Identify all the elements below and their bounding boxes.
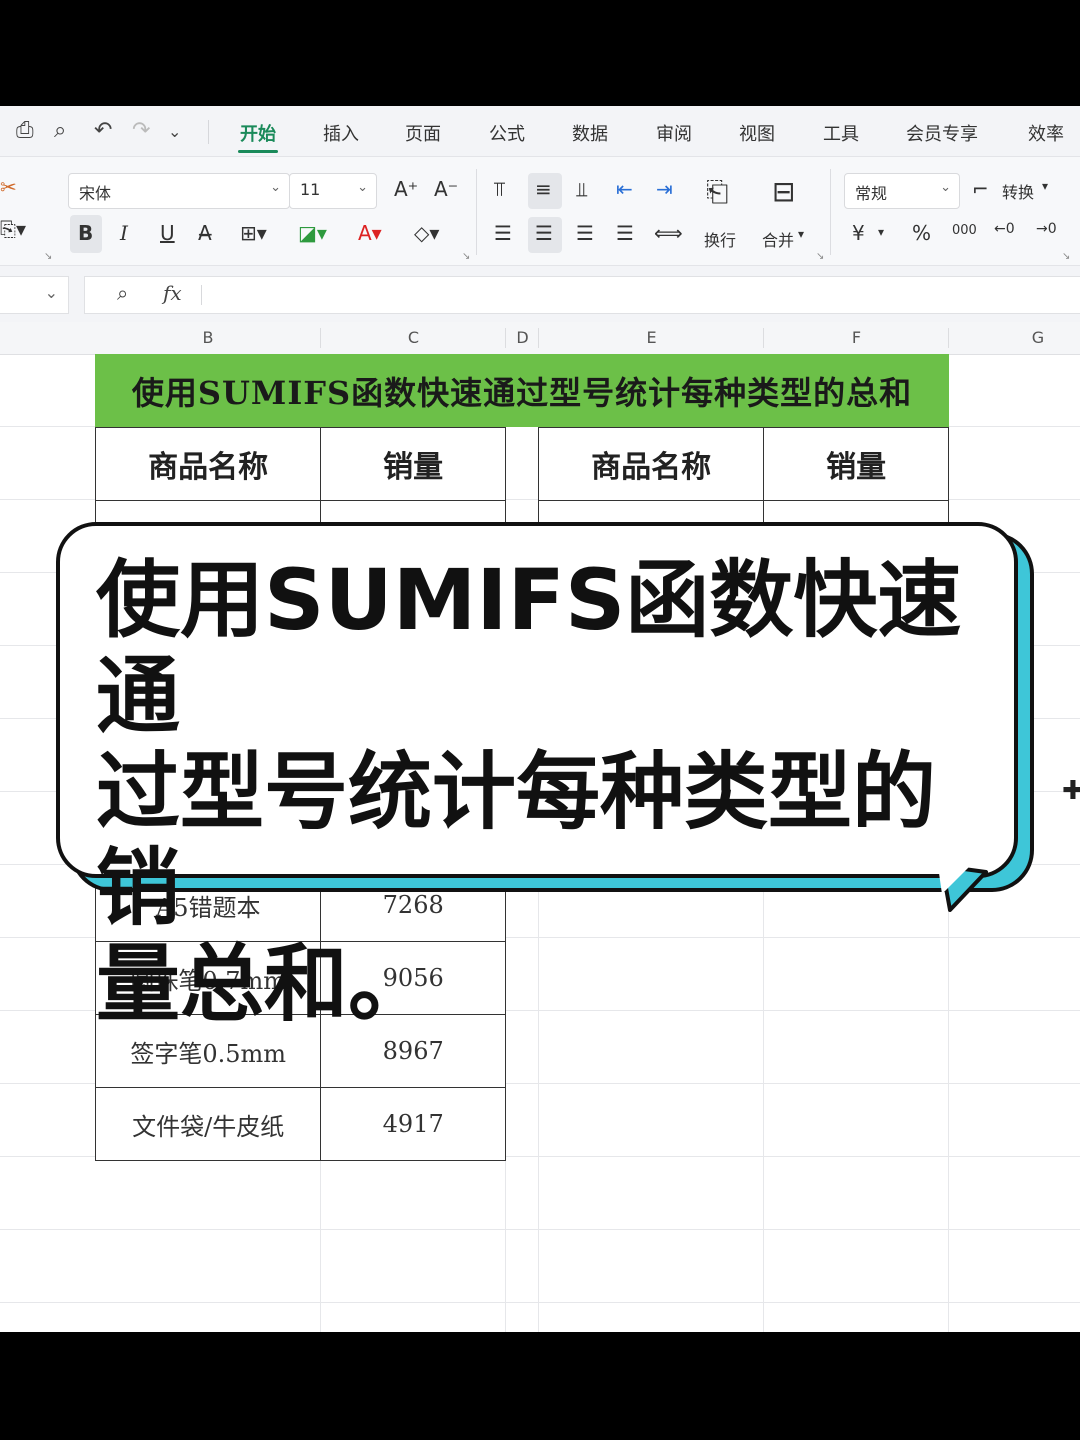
distributed-icon[interactable]: ⟺: [654, 221, 683, 245]
strikethrough-icon[interactable]: A̶: [198, 221, 212, 245]
tab-formula[interactable]: 公式: [489, 120, 525, 146]
name-box[interactable]: ⌄: [0, 276, 69, 314]
bold-button[interactable]: B: [78, 221, 93, 245]
font-size-select[interactable]: 11 ⌄: [289, 173, 377, 209]
tab-home[interactable]: 开始: [240, 120, 276, 146]
zoom-icon[interactable]: ⌕: [117, 281, 128, 305]
tab-insert[interactable]: 插入: [323, 120, 359, 146]
bubble-line: 量总和。: [96, 935, 433, 1033]
increase-indent-icon[interactable]: ⇥: [656, 177, 673, 201]
align-bottom-icon[interactable]: ⫫: [576, 177, 587, 201]
chevron-down-icon: ⌄: [940, 180, 951, 195]
merge-cells-button[interactable]: 合并: [762, 227, 794, 251]
chevron-down-icon: ⌄: [44, 283, 58, 302]
format-painter-icon[interactable]: ⎘▾: [0, 217, 26, 241]
tab-page[interactable]: 页面: [405, 120, 441, 146]
align-left-icon[interactable]: ☰: [494, 221, 512, 245]
table-row: 文件袋/牛皮纸 4917: [94, 1087, 506, 1161]
column-header-b[interactable]: B: [95, 328, 321, 347]
bubble-line: 使用SUMIFS函数快速通: [96, 551, 962, 745]
table-header-cell[interactable]: 商品名称: [94, 427, 322, 501]
table-cell[interactable]: 4917: [320, 1087, 506, 1161]
percent-button[interactable]: %: [912, 221, 931, 245]
number-format-select[interactable]: 常规 ⌄: [844, 173, 960, 209]
menu-bar: ⎙ ⌕ ↶ ↷ ⌄ 开始 插入 页面 公式 数据 审阅 视图 工具 会员专享 效…: [0, 106, 1080, 157]
align-top-icon[interactable]: ⫪: [494, 177, 505, 201]
active-tab-indicator: [238, 150, 278, 153]
chevron-down-icon[interactable]: ▾: [1042, 179, 1048, 193]
tab-review[interactable]: 审阅: [656, 120, 692, 146]
ribbon-separator: [476, 169, 477, 255]
align-center-icon[interactable]: ☰: [535, 221, 553, 245]
column-header-e[interactable]: E: [539, 328, 764, 347]
chevron-down-icon: ⌄: [270, 180, 281, 195]
undo-icon[interactable]: ↶: [94, 118, 112, 143]
move-cursor-icon: ✚: [1062, 776, 1080, 806]
print-preview-icon[interactable]: ⌕: [54, 118, 66, 143]
chevron-down-icon: ⌄: [357, 180, 368, 195]
currency-button[interactable]: ¥: [852, 221, 865, 245]
convert-icon[interactable]: ⌐: [972, 177, 989, 201]
convert-button[interactable]: 转换: [1002, 179, 1034, 203]
font-expand-icon[interactable]: ↘: [462, 251, 470, 262]
number-expand-icon[interactable]: ↘: [1062, 251, 1070, 262]
bubble-line: 过型号统计每种类型的销: [96, 743, 937, 937]
chevron-down-icon[interactable]: ⌄: [168, 122, 181, 141]
clipboard-expand-icon[interactable]: ↘: [44, 251, 52, 262]
menu-separator: [208, 120, 209, 144]
decrease-indent-icon[interactable]: ⇤: [616, 177, 633, 201]
wrap-text-button[interactable]: 换行: [704, 227, 736, 251]
chevron-down-icon[interactable]: ▾: [878, 225, 884, 239]
font-color-icon[interactable]: A▾: [358, 221, 382, 245]
increase-font-icon[interactable]: A⁺: [394, 177, 418, 201]
print-icon[interactable]: ⎙: [16, 118, 34, 143]
column-header-row: B C D E F G: [0, 322, 1080, 355]
table-header-cell[interactable]: 销量: [320, 427, 506, 501]
eraser-icon[interactable]: ◇▾: [414, 221, 439, 245]
table-header-cell[interactable]: 销量: [763, 427, 949, 501]
formula-input[interactable]: ⌕ fx: [84, 276, 1080, 314]
justify-icon[interactable]: ☰: [616, 221, 634, 245]
alignment-expand-icon[interactable]: ↘: [816, 251, 824, 262]
redo-icon[interactable]: ↷: [132, 118, 150, 143]
table-header-cell[interactable]: 商品名称: [537, 427, 765, 501]
sheet-title-cell[interactable]: 使用SUMIFS函数快速通过型号统计每种类型的总和: [95, 354, 949, 427]
thousands-button[interactable]: 000: [952, 223, 977, 238]
tab-member[interactable]: 会员专享: [906, 120, 978, 146]
ribbon-home: ✂ ⎘▾ ↘ 宋体 ⌄ 11 ⌄ A⁺ A⁻ B I U A̶ ⊞▾ ◪▾ A▾…: [0, 157, 1080, 266]
formula-bar: ⌄ ⌕ fx: [0, 266, 1080, 322]
fill-color-icon[interactable]: ◪▾: [298, 221, 327, 245]
tab-tools[interactable]: 工具: [823, 120, 859, 146]
formula-separator: [201, 285, 202, 305]
column-header-f[interactable]: F: [764, 328, 949, 347]
align-right-icon[interactable]: ☰: [576, 221, 594, 245]
font-name-select[interactable]: 宋体 ⌄: [68, 173, 290, 209]
column-header-c[interactable]: C: [321, 328, 506, 347]
tab-efficiency[interactable]: 效率: [1028, 120, 1064, 146]
merge-cells-icon[interactable]: ⊟: [772, 175, 795, 208]
ribbon-separator: [830, 169, 831, 255]
align-middle-icon[interactable]: ≡: [535, 177, 552, 201]
underline-button[interactable]: U: [160, 221, 175, 245]
tab-data[interactable]: 数据: [572, 120, 608, 146]
table-cell[interactable]: 文件袋/牛皮纸: [94, 1087, 322, 1161]
cut-icon[interactable]: ✂: [0, 175, 17, 199]
decrease-decimal-icon[interactable]: →0: [1036, 221, 1057, 237]
fx-icon[interactable]: fx: [163, 281, 182, 305]
speech-bubble-text: 使用SUMIFS函数快速通 过型号统计每种类型的销 量总和。: [96, 552, 996, 1032]
italic-button[interactable]: I: [120, 221, 128, 245]
wrap-text-icon[interactable]: ⎗: [706, 175, 728, 209]
column-header-d[interactable]: D: [506, 328, 539, 347]
chevron-down-icon[interactable]: ▾: [798, 227, 804, 241]
column-header-g[interactable]: G: [998, 328, 1078, 347]
column-divider: [948, 328, 949, 348]
decrease-font-icon[interactable]: A⁻: [434, 177, 458, 201]
increase-decimal-icon[interactable]: ←0: [994, 221, 1015, 237]
border-icon[interactable]: ⊞▾: [240, 221, 267, 245]
tab-view[interactable]: 视图: [739, 120, 775, 146]
